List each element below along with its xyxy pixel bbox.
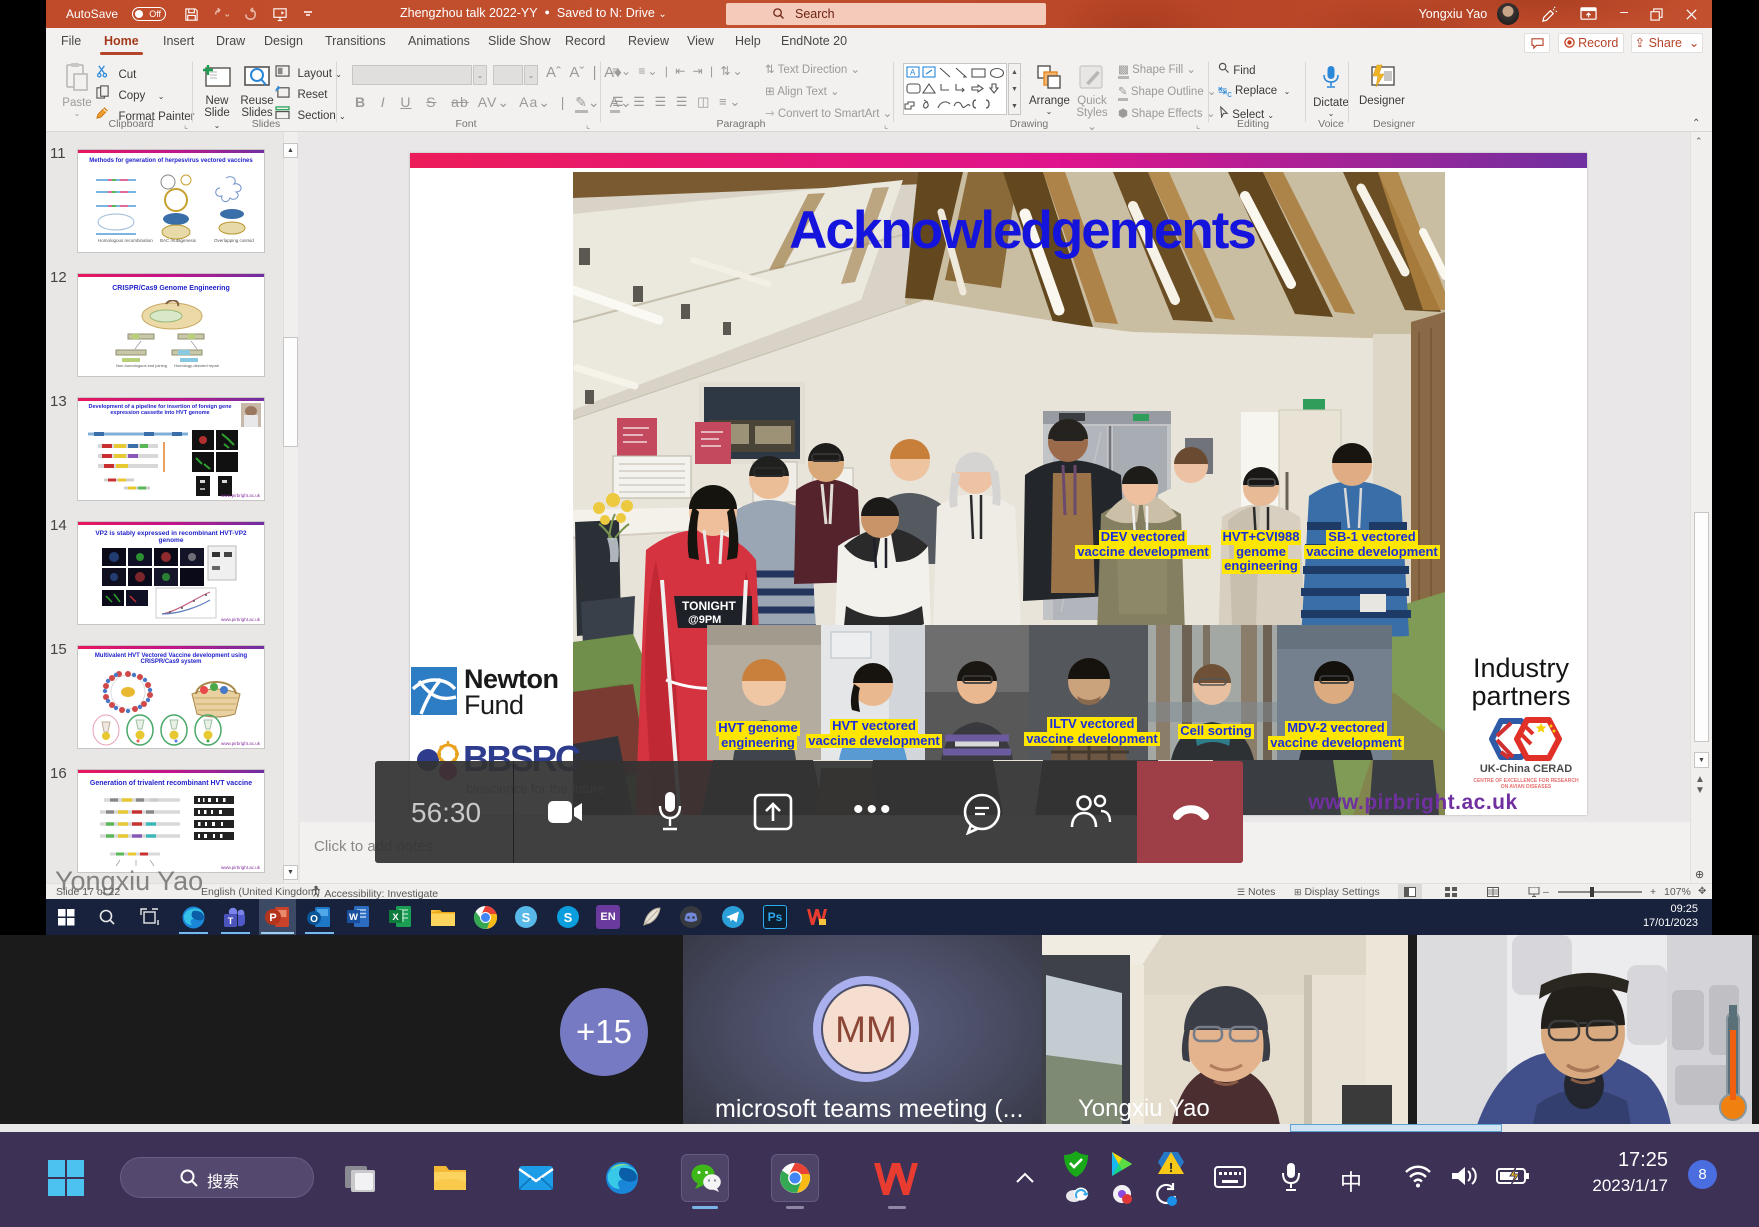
svg-text:@9PM: @9PM — [688, 614, 721, 626]
svg-text:A: A — [910, 68, 916, 77]
svg-text:Non-homologous end joining: Non-homologous end joining — [116, 363, 167, 368]
svg-text:T: T — [228, 916, 234, 926]
svg-text:Homologous recombination: Homologous recombination — [98, 238, 153, 243]
svg-text:P: P — [269, 912, 276, 924]
svg-text:BAC mutagenesis: BAC mutagenesis — [160, 238, 197, 243]
svg-text:!: ! — [1169, 1160, 1173, 1175]
svg-text:S: S — [564, 910, 573, 925]
svg-text:Overlapping cosmid: Overlapping cosmid — [214, 238, 254, 243]
svg-text:W: W — [349, 912, 358, 923]
svg-text:TONIGHT: TONIGHT — [682, 599, 736, 613]
svg-text:X: X — [392, 912, 399, 923]
svg-text:Homology-directed repair: Homology-directed repair — [174, 363, 220, 368]
svg-text:S: S — [522, 910, 531, 925]
svg-text:O: O — [310, 914, 318, 925]
